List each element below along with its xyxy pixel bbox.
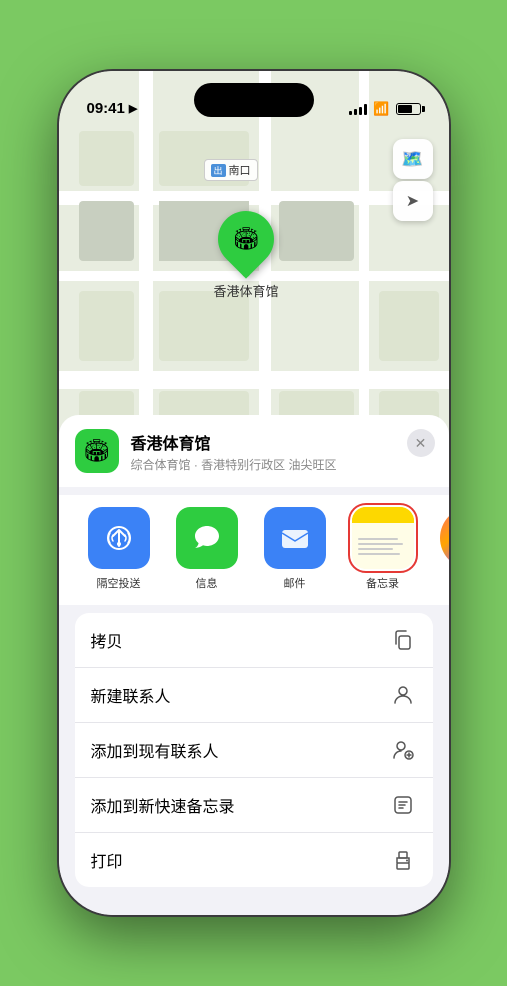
print-label: 打印 <box>91 848 123 872</box>
location-button[interactable]: ➤ <box>393 181 433 221</box>
messages-icon <box>176 507 238 569</box>
share-item-messages[interactable]: 信息 <box>163 507 251 591</box>
add-contact-icon <box>389 736 417 764</box>
share-item-airdrop[interactable]: 隔空投送 <box>75 507 163 591</box>
share-row: 隔空投送 信息 <box>59 495 449 605</box>
venue-name: 香港体育馆 <box>131 430 433 454</box>
battery-icon <box>396 103 421 115</box>
share-item-mail[interactable]: 邮件 <box>251 507 339 591</box>
map-type-icon: 🗺️ <box>401 149 423 170</box>
airdrop-icon <box>88 507 150 569</box>
stadium-marker[interactable]: 🏟 香港体育馆 <box>214 211 279 300</box>
map-controls: 🗺️ ➤ <box>393 139 433 221</box>
venue-emoji: 🏟 <box>83 438 111 464</box>
more-icon <box>440 507 449 569</box>
mail-icon <box>264 507 326 569</box>
mail-label: 邮件 <box>284 575 306 591</box>
marker-emoji: 🏟 <box>232 226 260 252</box>
phone-frame: 09:41 ▶ 📶 <box>59 71 449 915</box>
copy-icon <box>389 626 417 654</box>
wifi-icon: 📶 <box>373 101 389 117</box>
location-icon: ▶ <box>129 102 137 115</box>
close-button[interactable]: ✕ <box>407 429 435 457</box>
sublabel-prefix: 出 <box>211 164 226 177</box>
action-list: 拷贝 新建联系人 <box>75 613 433 887</box>
status-time: 09:41 ▶ <box>87 100 138 117</box>
notes-icon <box>352 507 414 569</box>
venue-icon: 🏟 <box>75 429 119 473</box>
copy-label: 拷贝 <box>91 628 123 652</box>
marker-label: 香港体育馆 <box>214 281 279 300</box>
quick-note-label: 添加到新快速备忘录 <box>91 793 235 817</box>
map-type-button[interactable]: 🗺️ <box>393 139 433 179</box>
messages-label: 信息 <box>196 575 218 591</box>
print-icon <box>389 846 417 874</box>
signal-bars-icon <box>349 103 367 115</box>
map-sublabel: 出 南口 <box>204 159 258 181</box>
venue-info: 香港体育馆 综合体育馆 · 香港特别行政区 油尖旺区 <box>131 430 433 473</box>
action-quick-note[interactable]: 添加到新快速备忘录 <box>75 778 433 833</box>
quick-note-icon <box>389 791 417 819</box>
notes-label: 备忘录 <box>366 575 399 591</box>
add-contact-label: 添加到现有联系人 <box>91 738 219 762</box>
time-label: 09:41 <box>87 100 125 117</box>
share-item-notes[interactable]: 备忘录 <box>339 507 427 591</box>
action-copy[interactable]: 拷贝 <box>75 613 433 668</box>
action-add-contact[interactable]: 添加到现有联系人 <box>75 723 433 778</box>
status-icons: 📶 <box>349 101 420 117</box>
new-contact-icon <box>389 681 417 709</box>
sublabel-text: 南口 <box>229 162 251 178</box>
new-contact-label: 新建联系人 <box>91 683 171 707</box>
phone-screen: 09:41 ▶ 📶 <box>59 71 449 915</box>
close-icon: ✕ <box>415 435 427 452</box>
bottom-sheet: 🏟 香港体育馆 综合体育馆 · 香港特别行政区 油尖旺区 ✕ <box>59 415 449 915</box>
airdrop-label: 隔空投送 <box>97 575 141 591</box>
location-arrow-icon: ➤ <box>406 191 419 211</box>
marker-pin: 🏟 <box>206 199 285 278</box>
venue-desc: 综合体育馆 · 香港特别行政区 油尖旺区 <box>131 456 433 473</box>
share-item-more[interactable]: 推 <box>427 507 449 591</box>
action-new-contact[interactable]: 新建联系人 <box>75 668 433 723</box>
dynamic-island <box>194 83 314 117</box>
action-print[interactable]: 打印 <box>75 833 433 887</box>
venue-card: 🏟 香港体育馆 综合体育馆 · 香港特别行政区 油尖旺区 ✕ <box>59 415 449 487</box>
